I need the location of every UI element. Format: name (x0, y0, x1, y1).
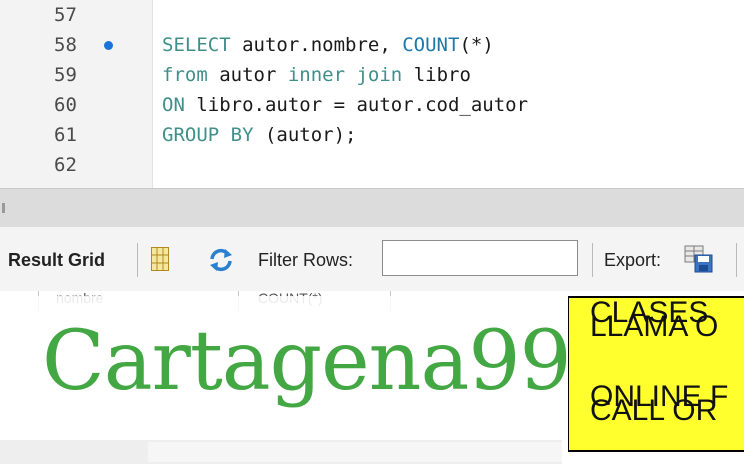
result-toolbar: Result Grid Filter Rows: Export: (0, 227, 744, 291)
line-number: 59 (54, 64, 77, 86)
code-text: from autor inner join libro (162, 64, 471, 86)
editor-line-59[interactable]: 59 from autor inner join libro (0, 60, 744, 90)
filter-rows-input[interactable] (382, 240, 578, 276)
line-number: 60 (54, 94, 77, 116)
current-statement-dot-icon (104, 41, 113, 50)
code-text: GROUP BY (autor); (162, 124, 357, 146)
cartagena99-logo: Cartagena99 (42, 314, 572, 409)
editor-line-57[interactable]: 57 (0, 0, 744, 30)
editor-line-62[interactable]: 62 (0, 150, 744, 180)
sql-editor[interactable]: 57 58 SELECT autor.nombre, COUNT(*) 59 f… (0, 0, 744, 188)
editor-line-61[interactable]: 61 GROUP BY (autor); (0, 120, 744, 150)
code-text: SELECT autor.nombre, COUNT(*) (162, 34, 494, 56)
code-text: ON libro.autor = autor.cod_autor (162, 94, 529, 116)
toolbar-separator (736, 243, 737, 277)
ad-box: CLASES LLAMA O ONLINE F CALL OR (568, 296, 744, 452)
watermark-underline-inner (148, 442, 562, 462)
watermark-overlay: Cartagena99 CLASES LLAMA O ONLINE F CALL… (0, 296, 744, 464)
line-number: 61 (54, 124, 77, 146)
refresh-icon[interactable] (207, 246, 235, 274)
toolbar-separator (137, 243, 138, 277)
result-grid-tab[interactable]: Result Grid (8, 249, 105, 271)
export-label: Export: (604, 250, 662, 270)
filter-rows-label: Filter Rows: (258, 250, 354, 270)
grid-view-icon[interactable] (151, 247, 169, 271)
panel-splitter[interactable] (0, 188, 744, 228)
line-number: 57 (54, 4, 77, 26)
splitter-handle-icon[interactable] (2, 203, 5, 213)
watermark-band: Cartagena99 (0, 296, 572, 434)
ad-line: CALL OR (590, 394, 718, 427)
export-icon[interactable] (684, 245, 714, 273)
toolbar-separator (592, 243, 593, 277)
editor-line-58[interactable]: 58 SELECT autor.nombre, COUNT(*) (0, 30, 744, 60)
line-number: 62 (54, 154, 77, 176)
line-number: 58 (54, 34, 77, 56)
ad-line: LLAMA O (590, 310, 719, 343)
editor-line-60[interactable]: 60 ON libro.autor = autor.cod_autor (0, 90, 744, 120)
